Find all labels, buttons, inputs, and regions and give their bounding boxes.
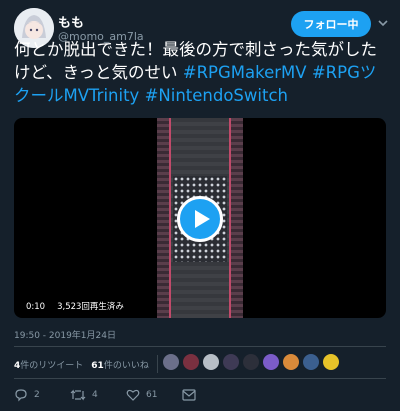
- liker-avatar[interactable]: [223, 354, 239, 370]
- retweet-stat[interactable]: 4件のリツイート: [14, 358, 83, 371]
- direct-message-button[interactable]: [182, 389, 196, 401]
- reply-icon: [15, 389, 27, 402]
- display-name[interactable]: もも: [58, 12, 84, 31]
- divider: [14, 378, 386, 379]
- liker-avatar[interactable]: [283, 354, 299, 370]
- heart-icon: [126, 389, 140, 401]
- chevron-down-icon[interactable]: [376, 16, 390, 30]
- like-count: 61: [146, 390, 158, 400]
- play-icon: [195, 210, 210, 228]
- hashtag-link[interactable]: #RPGMakerMV: [183, 63, 307, 82]
- retweet-stat-label: 件のリツイート: [20, 360, 84, 371]
- engagement-stats: 4件のリツイート 61件のいいね: [14, 355, 158, 373]
- video-meta: 0:10 3,523回再生済み: [22, 300, 128, 314]
- like-stat[interactable]: 61件のいいね: [91, 358, 149, 371]
- liker-avatar[interactable]: [323, 354, 339, 370]
- retweet-button[interactable]: 4: [70, 388, 126, 402]
- video-duration: 0:10: [22, 300, 50, 314]
- liker-avatar[interactable]: [183, 354, 199, 370]
- dungeon-wall: [231, 118, 243, 318]
- mail-icon: [182, 389, 196, 401]
- liker-avatars: [163, 354, 339, 370]
- divider: [14, 346, 386, 347]
- follow-button[interactable]: フォロー中: [291, 11, 371, 37]
- tweet-card: もも @momo_am7la フォロー中 何とか脱出できた！最後の方で刺さった気…: [0, 0, 400, 411]
- tweet-text: 何とか脱出できた！最後の方で刺さった気がしたけど、きっと気のせい #RPGMak…: [14, 38, 386, 107]
- tweet-timestamp[interactable]: 19:50 - 2019年1月24日: [14, 328, 116, 341]
- video-player[interactable]: 0:10 3,523回再生済み: [14, 118, 386, 318]
- reply-button[interactable]: 2: [14, 388, 70, 402]
- like-button[interactable]: 61: [126, 388, 182, 402]
- hashtag-link[interactable]: #NintendoSwitch: [145, 86, 288, 105]
- liker-avatar[interactable]: [243, 354, 259, 370]
- reply-count: 2: [34, 390, 40, 400]
- dungeon-wall: [157, 118, 169, 318]
- liker-avatar[interactable]: [203, 354, 219, 370]
- like-stat-label: 件のいいね: [103, 360, 149, 371]
- action-bar: 2 4 61: [14, 387, 196, 403]
- retweet-count: 4: [92, 390, 98, 400]
- stats-separator: [156, 355, 158, 373]
- liker-avatar[interactable]: [303, 354, 319, 370]
- play-button[interactable]: [177, 196, 223, 242]
- retweet-icon: [70, 389, 86, 401]
- video-view-count: 3,523回再生済み: [53, 300, 128, 314]
- liker-avatar[interactable]: [263, 354, 279, 370]
- liker-avatar[interactable]: [163, 354, 179, 370]
- like-stat-count: 61: [91, 360, 104, 371]
